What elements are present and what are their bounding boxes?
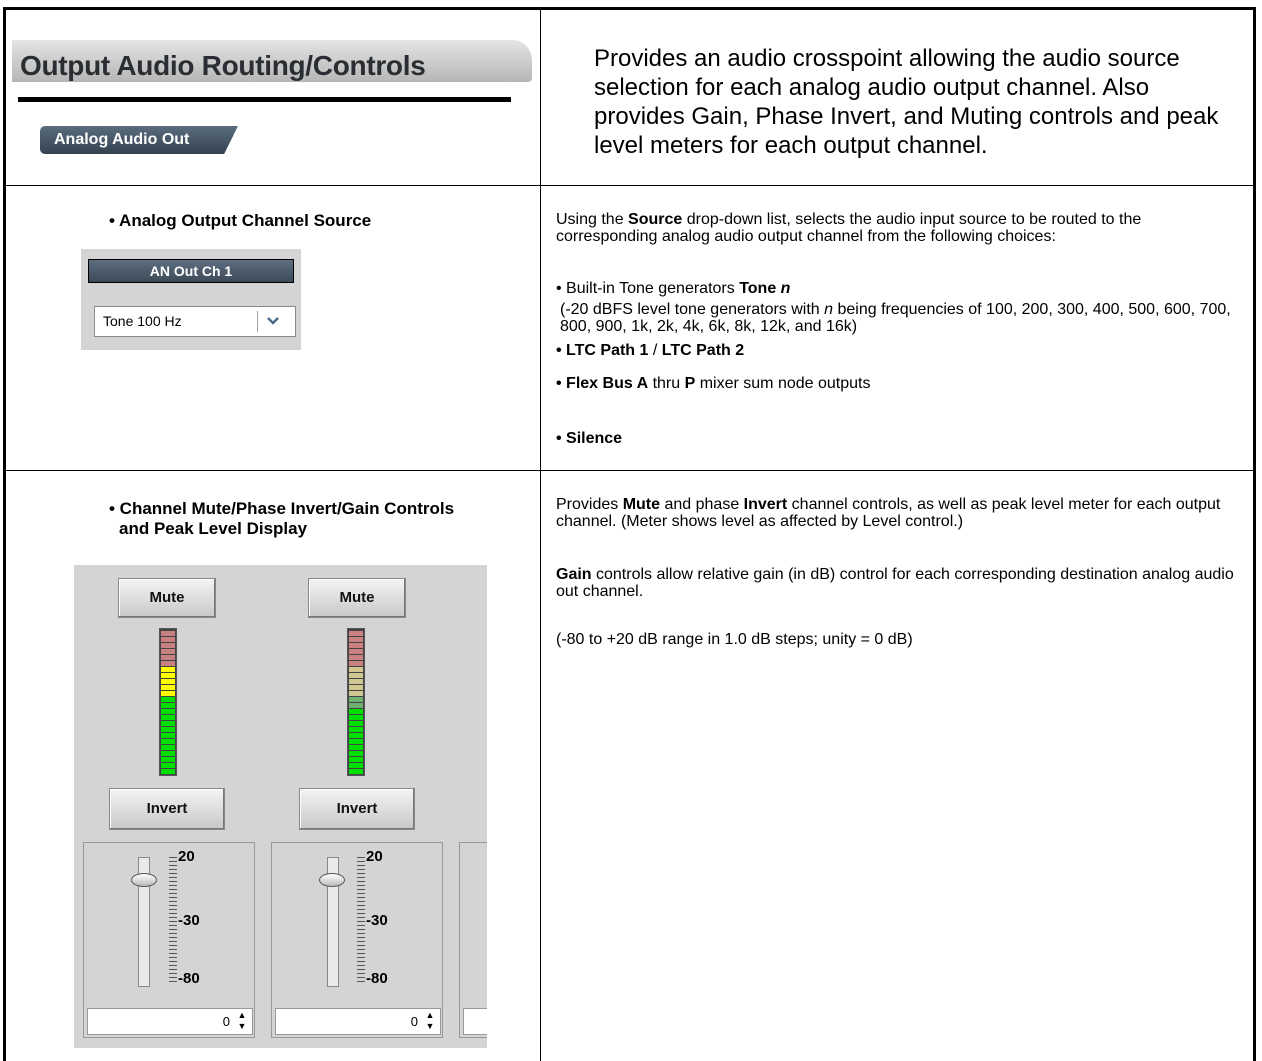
meter-segment xyxy=(349,697,363,702)
meter-segment xyxy=(349,727,363,732)
source-heading: • Analog Output Channel Source xyxy=(109,211,372,230)
meter-segment xyxy=(349,769,363,774)
meter-segment xyxy=(349,745,363,750)
meter-segment xyxy=(161,649,175,654)
meter-segment xyxy=(349,757,363,762)
meter-segment xyxy=(161,739,175,744)
meter-segment xyxy=(349,691,363,696)
meter-segment xyxy=(161,727,175,732)
list-item-silence: • Silence xyxy=(556,430,623,447)
peak-level-meter xyxy=(159,628,177,776)
mute-button[interactable]: Mute xyxy=(308,578,406,618)
meter-segment xyxy=(161,697,175,702)
meter-segment xyxy=(349,709,363,714)
spinner-arrows-icon[interactable]: ▲ ▼ xyxy=(424,1010,436,1032)
meter-segment xyxy=(349,655,363,660)
scale-label-bottom: -80 xyxy=(178,970,200,987)
tab-analog-audio-out[interactable]: Analog Audio Out xyxy=(40,126,238,154)
controls-heading: • Channel Mute/Phase Invert/Gain Control… xyxy=(109,499,455,518)
channel-label: AN Out Ch 1 xyxy=(88,259,294,283)
source-dropdown[interactable]: Tone 100 Hz xyxy=(94,306,296,337)
invert-button[interactable]: Invert xyxy=(109,788,225,830)
scale-label-mid: -30 xyxy=(178,912,200,929)
gain-value: 0 xyxy=(410,1014,418,1029)
meter-segment xyxy=(349,649,363,654)
controls-para-1: Provides Mute and phase Invert channel c… xyxy=(556,496,1221,530)
page-title: Output Audio Routing/Controls xyxy=(20,50,426,81)
list-item-flex-bus: • Flex Bus A thru P mixer sum node outpu… xyxy=(556,375,871,392)
meter-segment xyxy=(161,667,175,672)
meter-segment xyxy=(161,673,175,678)
list-item-ltc: • LTC Path 1 / LTC Path 2 xyxy=(556,342,745,359)
meter-segment xyxy=(349,733,363,738)
meter-segment xyxy=(161,715,175,720)
spinner-arrows-icon[interactable]: ▲ ▼ xyxy=(236,1010,248,1032)
meter-segment xyxy=(349,685,363,690)
gain-spinner-partial[interactable] xyxy=(463,1008,487,1035)
meter-segment xyxy=(349,721,363,726)
meter-segment xyxy=(349,667,363,672)
row-divider xyxy=(6,470,1253,471)
mute-button[interactable]: Mute xyxy=(118,578,216,618)
invert-button[interactable]: Invert xyxy=(299,788,415,830)
meter-segment xyxy=(349,673,363,678)
meter-segment xyxy=(349,739,363,744)
meter-segment xyxy=(161,763,175,768)
meter-segment xyxy=(349,703,363,708)
dropdown-value: Tone 100 Hz xyxy=(103,313,182,329)
controls-heading-2: and Peak Level Display xyxy=(119,519,308,538)
meter-segment xyxy=(349,637,363,642)
scale-label-top: 20 xyxy=(366,848,383,865)
gain-slider-thumb[interactable] xyxy=(131,873,157,887)
gain-spinner[interactable]: 0 ▲ ▼ xyxy=(275,1008,441,1035)
meter-segment xyxy=(161,691,175,696)
meter-segment xyxy=(349,661,363,666)
chevron-down-icon[interactable] xyxy=(266,313,280,329)
meter-segment xyxy=(161,751,175,756)
meter-segment xyxy=(349,631,363,636)
meter-segment xyxy=(349,751,363,756)
scale-label-mid: -30 xyxy=(366,912,388,929)
meter-segment xyxy=(161,661,175,666)
meter-segment xyxy=(161,655,175,660)
dropdown-separator xyxy=(257,311,258,332)
gain-scale xyxy=(169,857,177,985)
list-item-tone: • Built-in Tone generators Tone n xyxy=(556,280,791,297)
meter-segment xyxy=(161,679,175,684)
meter-segment xyxy=(161,631,175,636)
title-underline xyxy=(18,97,511,102)
meter-segment xyxy=(161,643,175,648)
meter-segment xyxy=(161,733,175,738)
gain-slider-thumb[interactable] xyxy=(319,873,345,887)
list-item-tone-detail: (-20 dBFS level tone generators with n b… xyxy=(560,301,1231,335)
gain-spinner[interactable]: 0 ▲ ▼ xyxy=(87,1008,253,1035)
scale-label-bottom: -80 xyxy=(366,970,388,987)
meter-segment xyxy=(161,685,175,690)
meter-segment xyxy=(161,709,175,714)
meter-segment xyxy=(161,745,175,750)
meter-segment xyxy=(349,715,363,720)
controls-para-2: Gain controls allow relative gain (in dB… xyxy=(556,566,1234,600)
meter-segment xyxy=(349,643,363,648)
column-divider xyxy=(540,10,541,1061)
header-description: Provides an audio crosspoint allowing th… xyxy=(594,45,1219,159)
controls-para-3: (-80 to +20 dB range in 1.0 dB steps; un… xyxy=(556,631,913,648)
gain-value: 0 xyxy=(222,1014,230,1029)
peak-level-meter xyxy=(347,628,365,776)
scale-label-top: 20 xyxy=(178,848,195,865)
meter-segment xyxy=(161,637,175,642)
meter-segment xyxy=(349,679,363,684)
meter-segment xyxy=(349,763,363,768)
row-divider xyxy=(6,185,1253,186)
source-intro: Using the Source drop-down list, selects… xyxy=(556,211,1142,245)
gain-scale xyxy=(357,857,365,985)
meter-segment xyxy=(161,757,175,762)
meter-segment xyxy=(161,721,175,726)
meter-segment xyxy=(161,769,175,774)
meter-segment xyxy=(161,703,175,708)
